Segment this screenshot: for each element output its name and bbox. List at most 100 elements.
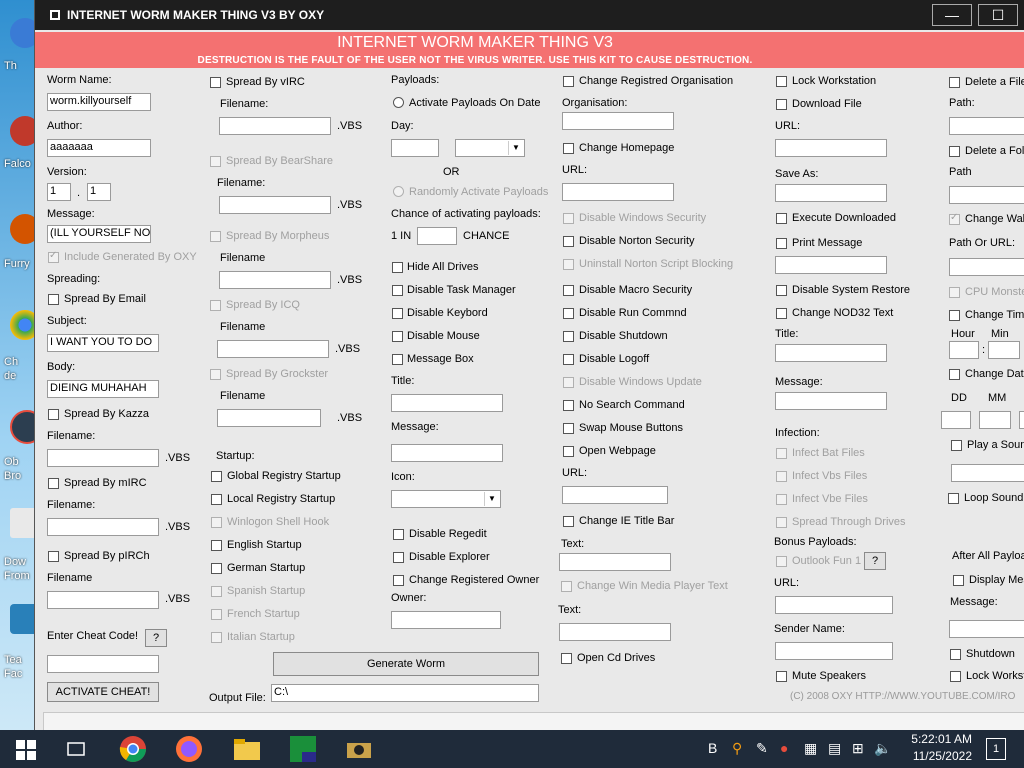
owner-input[interactable]: [391, 611, 501, 629]
activate-cheat-button[interactable]: ACTIVATE CHEAT!: [47, 682, 159, 702]
disable-system-restore-checkbox[interactable]: [776, 285, 787, 296]
day-input[interactable]: [391, 139, 439, 157]
nod32-message-input[interactable]: [775, 392, 887, 410]
kazza-filename-input[interactable]: [47, 449, 159, 467]
worm-name-input[interactable]: worm.killyourself: [47, 93, 151, 111]
tray-icon-grid[interactable]: ▤: [828, 740, 841, 757]
nod32-title-input[interactable]: [775, 344, 887, 362]
wmp-text-input[interactable]: [559, 623, 671, 641]
day-input-2[interactable]: [941, 411, 971, 429]
spread-mirc-checkbox[interactable]: [48, 478, 59, 489]
message-box-checkbox[interactable]: [392, 354, 403, 365]
change-registered-owner-checkbox[interactable]: [393, 575, 404, 586]
volume-icon[interactable]: 🔈: [874, 740, 891, 757]
save-as-input[interactable]: [775, 184, 887, 202]
disable-shutdown-checkbox[interactable]: [563, 331, 574, 342]
hide-drives-checkbox[interactable]: [392, 262, 403, 273]
delete-folder-checkbox[interactable]: [949, 146, 960, 157]
outlook-url-input[interactable]: [775, 596, 893, 614]
homepage-url-input[interactable]: [562, 183, 674, 201]
webpage-url-input[interactable]: [562, 486, 668, 504]
generate-worm-button[interactable]: Generate Worm: [273, 652, 539, 676]
hour-input[interactable]: [949, 341, 979, 359]
disable-run-checkbox[interactable]: [563, 308, 574, 319]
download-file-checkbox[interactable]: [776, 99, 787, 110]
version-minor-input[interactable]: 1: [87, 183, 111, 201]
local-registry-checkbox[interactable]: [211, 494, 222, 505]
task-view-icon[interactable]: [66, 740, 86, 760]
global-registry-checkbox[interactable]: [211, 471, 222, 482]
notification-icon[interactable]: 1: [986, 738, 1006, 760]
clock-date[interactable]: 11/25/2022: [902, 749, 972, 763]
tray-icon-pen[interactable]: ✎: [756, 740, 768, 757]
month-select[interactable]: ▼: [455, 139, 525, 157]
bearshare-filename-input[interactable]: [219, 196, 331, 214]
change-ie-title-checkbox[interactable]: [563, 516, 574, 527]
subject-input[interactable]: I WANT YOU TO DO: [47, 334, 159, 352]
disable-mouse-checkbox[interactable]: [392, 331, 403, 342]
disable-task-manager-checkbox[interactable]: [392, 285, 403, 296]
change-nod32-checkbox[interactable]: [776, 308, 787, 319]
sound-path-input[interactable]: [951, 464, 1024, 482]
msgbox-message-input[interactable]: [391, 444, 503, 462]
ie-title-text-input[interactable]: [559, 553, 671, 571]
icq-filename-input[interactable]: [217, 340, 329, 358]
spread-pirch-checkbox[interactable]: [48, 551, 59, 562]
body-input[interactable]: DIEING MUHAHAH: [47, 380, 159, 398]
open-cd-checkbox[interactable]: [561, 653, 572, 664]
grockster-filename-input[interactable]: [217, 409, 321, 427]
network-icon[interactable]: ⊞: [852, 740, 864, 757]
display-message-checkbox[interactable]: [953, 575, 964, 586]
camera-app-icon[interactable]: [344, 734, 374, 764]
year-input[interactable]: [1019, 411, 1024, 429]
delete-file-path-input[interactable]: [949, 117, 1024, 135]
download-url-input[interactable]: [775, 139, 887, 157]
spread-virc-checkbox[interactable]: [210, 77, 221, 88]
wallpaper-path-input[interactable]: [949, 258, 1024, 276]
minute-input[interactable]: [988, 341, 1020, 359]
outlook-help-button[interactable]: ?: [864, 552, 886, 570]
pirch-filename-input[interactable]: [47, 591, 159, 609]
spread-email-checkbox[interactable]: [48, 294, 59, 305]
sender-name-input[interactable]: [775, 642, 893, 660]
execute-downloaded-checkbox[interactable]: [776, 213, 787, 224]
pro-app-icon[interactable]: [288, 734, 318, 764]
activate-on-date-radio[interactable]: [393, 97, 404, 108]
mute-speakers-checkbox[interactable]: [776, 671, 787, 682]
tray-icon-b[interactable]: B: [708, 740, 717, 756]
change-time-checkbox[interactable]: [949, 310, 960, 321]
message-input[interactable]: (ILL YOURSELF NOW: [47, 225, 151, 243]
swap-mouse-checkbox[interactable]: [563, 423, 574, 434]
cheat-code-input[interactable]: [47, 655, 159, 673]
tray-icon-red[interactable]: ●: [780, 740, 788, 756]
mirc-filename-input[interactable]: [47, 518, 159, 536]
print-message-checkbox[interactable]: [776, 238, 787, 249]
maximize-button[interactable]: ☐: [978, 4, 1018, 26]
final-message-input[interactable]: [949, 620, 1024, 638]
change-date-checkbox[interactable]: [949, 369, 960, 380]
open-webpage-checkbox[interactable]: [563, 446, 574, 457]
english-startup-checkbox[interactable]: [211, 540, 222, 551]
disable-regedit-checkbox[interactable]: [393, 529, 404, 540]
minimize-button[interactable]: —: [932, 4, 972, 26]
shutdown-checkbox[interactable]: [950, 649, 961, 660]
organisation-input[interactable]: [562, 112, 674, 130]
morpheus-filename-input[interactable]: [219, 271, 331, 289]
loop-sound-checkbox[interactable]: [948, 493, 959, 504]
change-homepage-checkbox[interactable]: [563, 143, 574, 154]
no-search-checkbox[interactable]: [563, 400, 574, 411]
chance-input[interactable]: [417, 227, 457, 245]
virc-filename-input[interactable]: [219, 117, 331, 135]
spread-kazza-checkbox[interactable]: [48, 409, 59, 420]
german-startup-checkbox[interactable]: [211, 563, 222, 574]
lock-workstation-checkbox[interactable]: [776, 76, 787, 87]
final-lock-workstation-checkbox[interactable]: [950, 671, 961, 682]
output-file-input[interactable]: C:\: [271, 684, 539, 702]
chrome-icon[interactable]: [118, 734, 148, 764]
title-bar[interactable]: INTERNET WORM MAKER THING V3 BY OXY — ☐: [35, 0, 1024, 30]
disable-logoff-checkbox[interactable]: [563, 354, 574, 365]
tray-icon-green[interactable]: ▦: [804, 740, 817, 757]
disable-keybord-checkbox[interactable]: [392, 308, 403, 319]
file-explorer-icon[interactable]: [232, 734, 262, 764]
msgbox-title-input[interactable]: [391, 394, 503, 412]
